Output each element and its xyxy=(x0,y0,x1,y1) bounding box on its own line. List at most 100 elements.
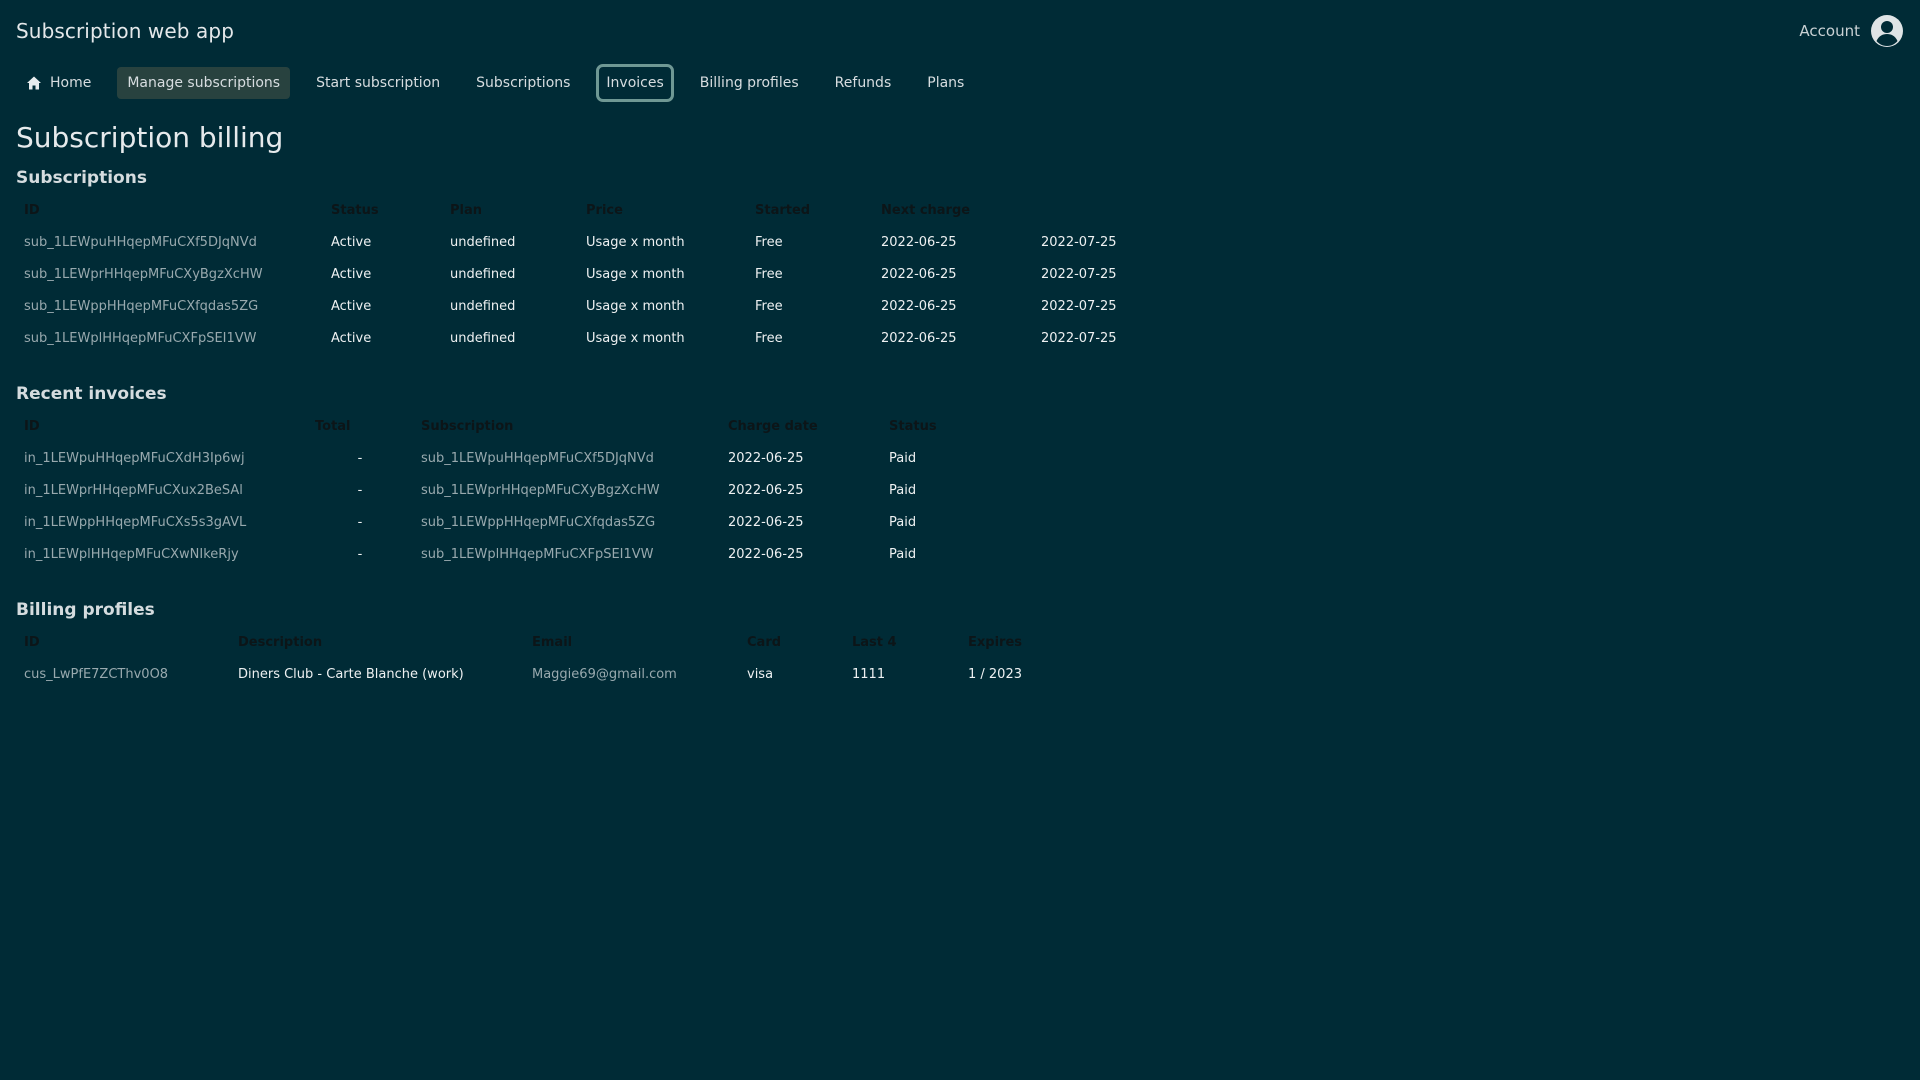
column-header: Description xyxy=(238,634,323,650)
invoice-total: - xyxy=(357,514,363,530)
invoice-total: - xyxy=(357,450,363,466)
invoice-status: Paid xyxy=(889,514,917,530)
page-title: Subscription billing xyxy=(16,121,284,154)
column-header: Plan xyxy=(450,202,483,218)
table-row: sub_1LEWppHHqepMFuCXfqdas5ZG Active unde… xyxy=(16,290,1133,322)
subscription-end-date: 2022-07-25 xyxy=(1041,298,1117,314)
billing-profiles-table: ID Description Email Card Last 4 Expires… xyxy=(16,626,1060,690)
subscriptions-table: ID Status Plan Price Started Next charge… xyxy=(16,194,1133,354)
user-circle-icon[interactable] xyxy=(1870,14,1904,48)
nav-manage-subscriptions[interactable]: Manage subscriptions xyxy=(117,67,291,99)
subscription-id-link[interactable]: sub_1LEWprHHqepMFuCXyBgzXcHW xyxy=(16,258,323,290)
table-row: in_1LEWprHHqepMFuCXux2BeSAl - sub_1LEWpr… xyxy=(16,474,981,506)
nav-plans[interactable]: Plans xyxy=(917,67,974,99)
profile-last4: 1111 xyxy=(852,666,886,682)
nav-invoices[interactable]: Invoices xyxy=(596,64,674,102)
invoice-charge-date: 2022-06-25 xyxy=(728,450,804,466)
subscription-end-date: 2022-07-25 xyxy=(1041,330,1117,346)
profile-description: Diners Club - Carte Blanche (work) xyxy=(238,666,464,682)
subscription-end-date: 2022-07-25 xyxy=(1041,234,1117,250)
table-header-row: ID Description Email Card Last 4 Expires xyxy=(16,626,1060,658)
profile-card: visa xyxy=(747,666,774,682)
subscription-plan: undefined xyxy=(450,330,516,346)
table-row: sub_1LEWplHHqepMFuCXFpSEI1VW Active unde… xyxy=(16,322,1133,354)
invoice-subscription-link[interactable]: sub_1LEWpuHHqepMFuCXf5DJqNVd xyxy=(413,442,720,474)
invoice-id-link[interactable]: in_1LEWplHHqepMFuCXwNIkeRjy xyxy=(16,538,307,570)
subscription-price: Usage x month xyxy=(586,266,685,282)
subscription-started: Free xyxy=(755,266,783,282)
column-header: Next charge xyxy=(881,202,971,218)
column-header: Status xyxy=(331,202,379,218)
invoice-total: - xyxy=(357,546,363,562)
table-row: cus_LwPfE7ZCThv0O8 Diners Club - Carte B… xyxy=(16,658,1060,690)
app-title: Subscription web app xyxy=(16,19,234,43)
table-header-row: ID Total Subscription Charge date Status xyxy=(16,410,981,442)
subscriptions-title: Subscriptions xyxy=(16,168,147,188)
subscription-next-charge: 2022-06-25 xyxy=(881,266,957,282)
column-header xyxy=(1033,194,1133,226)
column-header: ID xyxy=(24,634,40,650)
subscription-status: Active xyxy=(331,234,372,250)
billing-profiles-title: Billing profiles xyxy=(16,600,155,620)
customer-id-link[interactable]: cus_LwPfE7ZCThv0O8 xyxy=(16,658,230,690)
subscription-plan: undefined xyxy=(450,234,516,250)
subscription-started: Free xyxy=(755,298,783,314)
subscription-started: Free xyxy=(755,234,783,250)
invoice-id-link[interactable]: in_1LEWppHHqepMFuCXs5s3gAVL xyxy=(16,506,307,538)
invoice-subscription-link[interactable]: sub_1LEWppHHqepMFuCXfqdas5ZG xyxy=(413,506,720,538)
table-row: in_1LEWplHHqepMFuCXwNIkeRjy - sub_1LEWpl… xyxy=(16,538,981,570)
column-header: Email xyxy=(532,634,573,650)
recent-invoices-title: Recent invoices xyxy=(16,384,167,404)
column-header: Expires xyxy=(968,634,1022,650)
nav-billing-profiles[interactable]: Billing profiles xyxy=(690,67,809,99)
invoice-subscription-link[interactable]: sub_1LEWplHHqepMFuCXFpSEI1VW xyxy=(413,538,720,570)
subscription-plan: undefined xyxy=(450,298,516,314)
nav-start-subscription[interactable]: Start subscription xyxy=(306,67,450,99)
invoice-subscription-link[interactable]: sub_1LEWprHHqepMFuCXyBgzXcHW xyxy=(413,474,720,506)
nav-subscriptions[interactable]: Subscriptions xyxy=(466,67,580,99)
invoice-status: Paid xyxy=(889,450,917,466)
subscription-status: Active xyxy=(331,298,372,314)
subscription-status: Active xyxy=(331,330,372,346)
invoice-total: - xyxy=(357,482,363,498)
column-header: ID xyxy=(24,418,40,434)
column-header: Subscription xyxy=(421,418,514,434)
invoice-charge-date: 2022-06-25 xyxy=(728,514,804,530)
nav-refunds[interactable]: Refunds xyxy=(825,67,902,99)
invoice-status: Paid xyxy=(889,546,917,562)
table-row: in_1LEWppHHqepMFuCXs5s3gAVL - sub_1LEWpp… xyxy=(16,506,981,538)
subscription-id-link[interactable]: sub_1LEWppHHqepMFuCXfqdas5ZG xyxy=(16,290,323,322)
subscription-id-link[interactable]: sub_1LEWpuHHqepMFuCXf5DJqNVd xyxy=(16,226,323,258)
column-header: Started xyxy=(755,202,811,218)
subscription-plan: undefined xyxy=(450,266,516,282)
column-header: Last 4 xyxy=(852,634,897,650)
nav-home-label: Home xyxy=(50,75,92,91)
column-header: Status xyxy=(889,418,937,434)
column-header: Total xyxy=(315,418,351,434)
subscription-price: Usage x month xyxy=(586,330,685,346)
invoice-status: Paid xyxy=(889,482,917,498)
table-row: in_1LEWpuHHqepMFuCXdH3Ip6wj - sub_1LEWpu… xyxy=(16,442,981,474)
profile-expires: 1 / 2023 xyxy=(968,666,1022,682)
subscription-price: Usage x month xyxy=(586,234,685,250)
subscription-id-link[interactable]: sub_1LEWplHHqepMFuCXFpSEI1VW xyxy=(16,322,323,354)
invoice-id-link[interactable]: in_1LEWpuHHqepMFuCXdH3Ip6wj xyxy=(16,442,307,474)
column-header: Charge date xyxy=(728,418,818,434)
invoice-id-link[interactable]: in_1LEWprHHqepMFuCXux2BeSAl xyxy=(16,474,307,506)
table-header-row: ID Status Plan Price Started Next charge xyxy=(16,194,1133,226)
nav-home[interactable]: Home xyxy=(16,67,101,99)
subscription-next-charge: 2022-06-25 xyxy=(881,330,957,346)
subscription-status: Active xyxy=(331,266,372,282)
main-nav: Home Manage subscriptions Start subscrip… xyxy=(16,64,990,102)
subscription-price: Usage x month xyxy=(586,298,685,314)
account-menu[interactable]: Account xyxy=(1799,14,1904,48)
column-header: Price xyxy=(586,202,623,218)
table-row: sub_1LEWpuHHqepMFuCXf5DJqNVd Active unde… xyxy=(16,226,1133,258)
invoice-charge-date: 2022-06-25 xyxy=(728,482,804,498)
profile-email-link[interactable]: Maggie69@gmail.com xyxy=(524,658,739,690)
invoices-table: ID Total Subscription Charge date Status… xyxy=(16,410,981,570)
invoice-charge-date: 2022-06-25 xyxy=(728,546,804,562)
subscription-started: Free xyxy=(755,330,783,346)
column-header: Card xyxy=(747,634,782,650)
app-header: Subscription web app Account xyxy=(0,0,1920,62)
